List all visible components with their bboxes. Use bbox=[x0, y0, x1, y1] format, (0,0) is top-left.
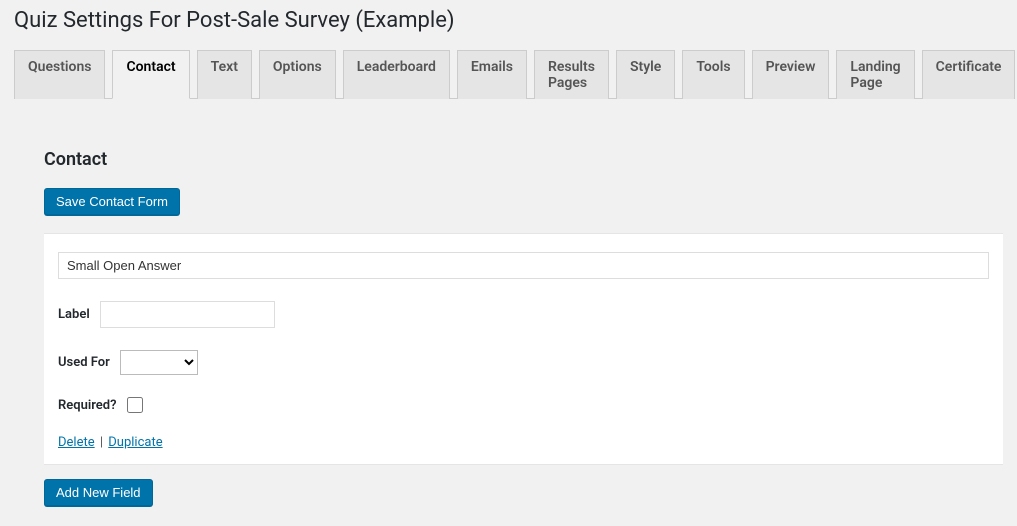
tab-options[interactable]: Options bbox=[259, 50, 336, 99]
tab-preview[interactable]: Preview bbox=[752, 50, 830, 99]
contact-field-card: Label Used For Required? Delete | Duplic… bbox=[44, 233, 1003, 465]
tab-style[interactable]: Style bbox=[616, 50, 675, 99]
tab-tools[interactable]: Tools bbox=[682, 50, 744, 99]
duplicate-link[interactable]: Duplicate bbox=[108, 435, 162, 450]
field-actions: Delete | Duplicate bbox=[58, 435, 989, 450]
required-checkbox[interactable] bbox=[127, 397, 143, 413]
tab-landing-page[interactable]: Landing Page bbox=[836, 50, 914, 99]
used-for-select[interactable] bbox=[120, 350, 198, 375]
tab-certificate[interactable]: Certificate bbox=[922, 50, 1016, 99]
required-label: Required? bbox=[58, 398, 117, 413]
field-type-input[interactable] bbox=[58, 252, 989, 279]
tab-emails[interactable]: Emails bbox=[457, 50, 527, 99]
used-for-label: Used For bbox=[58, 355, 110, 370]
save-contact-form-button[interactable]: Save Contact Form bbox=[44, 188, 180, 215]
add-new-field-button[interactable]: Add New Field bbox=[44, 479, 153, 506]
tab-questions[interactable]: Questions bbox=[14, 50, 105, 99]
tab-contact[interactable]: Contact bbox=[112, 50, 189, 99]
page-title: Quiz Settings For Post-Sale Survey (Exam… bbox=[14, 8, 1003, 33]
label-input[interactable] bbox=[100, 301, 275, 328]
tab-results-pages[interactable]: Results Pages bbox=[534, 50, 609, 99]
nav-tabs: Questions Contact Text Options Leaderboa… bbox=[14, 49, 1003, 99]
tab-leaderboard[interactable]: Leaderboard bbox=[343, 50, 450, 99]
label-label: Label bbox=[58, 307, 90, 322]
section-title: Contact bbox=[44, 149, 1003, 170]
tab-text[interactable]: Text bbox=[197, 50, 252, 99]
delete-link[interactable]: Delete bbox=[58, 435, 95, 450]
action-separator: | bbox=[97, 435, 107, 450]
